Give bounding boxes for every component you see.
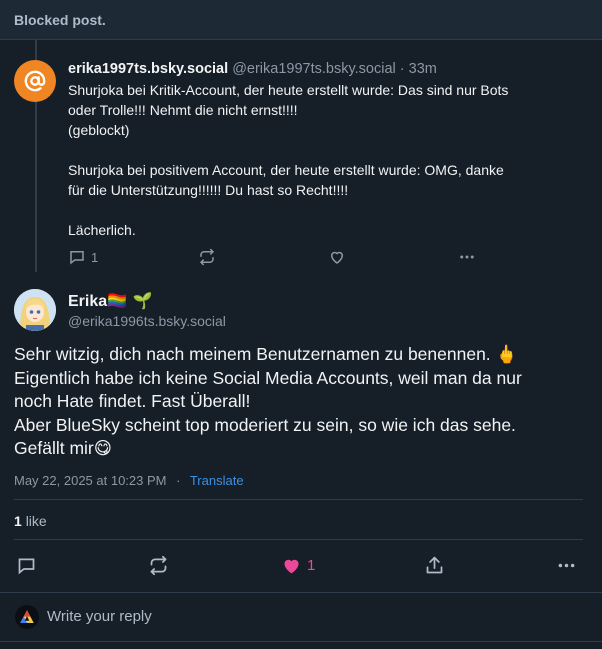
- parent-display-name[interactable]: erika1997ts.bsky.social: [68, 61, 228, 77]
- like-button[interactable]: 1: [281, 555, 315, 576]
- post-line: Sehr witzig, dich nach meinem Benutzerna…: [14, 344, 518, 364]
- more-dots-icon: [558, 563, 575, 568]
- triangle-logo-icon: [20, 610, 34, 623]
- like-summary[interactable]: 1 like: [14, 513, 47, 529]
- repost-icon: [150, 555, 167, 576]
- more-button[interactable]: [556, 555, 577, 576]
- share-button[interactable]: [424, 555, 445, 576]
- parent-post-text: Shurjoka bei Kritik-Account, der heute e…: [68, 82, 509, 238]
- reply-composer[interactable]: Write your reply: [0, 592, 602, 642]
- translate-link[interactable]: Translate: [190, 473, 244, 488]
- meta-separator: ·: [176, 473, 181, 488]
- post-actions: 1: [0, 555, 602, 577]
- own-avatar: [15, 605, 39, 629]
- name-emoji: 🏳️‍🌈 🌱: [107, 291, 153, 310]
- repost-icon: [200, 248, 214, 266]
- parent-more-button[interactable]: [458, 248, 476, 266]
- reply-icon: [70, 251, 84, 265]
- reply-input-placeholder[interactable]: Write your reply: [47, 608, 152, 625]
- parent-handle[interactable]: @erika1997ts.bsky.social: [232, 61, 396, 77]
- post-text: Sehr witzig, dich nach meinem Benutzerna…: [14, 343, 589, 461]
- divider: [14, 499, 583, 500]
- heart-outline-icon: [330, 251, 344, 264]
- post-line: Aber BlueSky scheint top moderiert zu se…: [14, 414, 516, 435]
- parent-reply-button[interactable]: 1: [68, 248, 98, 266]
- post-line: noch Hate findet. Fast Überall!: [14, 391, 251, 411]
- parent-like-button[interactable]: [328, 248, 346, 266]
- more-dots-icon: [460, 255, 474, 259]
- blocked-post-banner[interactable]: Blocked post.: [0, 0, 602, 40]
- reply-icon: [18, 558, 35, 575]
- divider: [14, 539, 583, 540]
- parent-actions: 1: [68, 248, 488, 268]
- heart-filled-icon: [284, 559, 299, 574]
- like-count: 1: [14, 513, 22, 529]
- author-display-name[interactable]: Erika🏳️‍🌈 🌱: [68, 291, 153, 311]
- post-meta: May 22, 2025 at 10:23 PM · Translate: [14, 473, 244, 488]
- parent-time: · 33m: [399, 61, 437, 77]
- like-action-count: 1: [307, 557, 316, 574]
- erika-avatar[interactable]: [14, 289, 56, 331]
- parent-reply-count: 1: [91, 249, 99, 265]
- repost-button[interactable]: [148, 555, 169, 576]
- anime-avatar-icon: [14, 289, 56, 331]
- post-line: Gefällt mir😋: [14, 438, 112, 458]
- at-sign-icon: [24, 70, 46, 92]
- parent-avatar[interactable]: [14, 60, 56, 102]
- share-icon: [426, 556, 443, 574]
- post-line: Eigentlich habe ich keine Social Media A…: [14, 367, 522, 388]
- post-timestamp[interactable]: May 22, 2025 at 10:23 PM: [14, 473, 166, 488]
- author-name-text: Erika: [68, 293, 108, 310]
- author-handle[interactable]: @erika1996ts.bsky.social: [68, 313, 226, 329]
- parent-repost-button[interactable]: [198, 248, 216, 266]
- reply-button[interactable]: [16, 555, 37, 576]
- parent-post[interactable]: erika1997ts.bsky.social @erika1997ts.bsk…: [68, 60, 588, 240]
- like-word: like: [25, 513, 47, 529]
